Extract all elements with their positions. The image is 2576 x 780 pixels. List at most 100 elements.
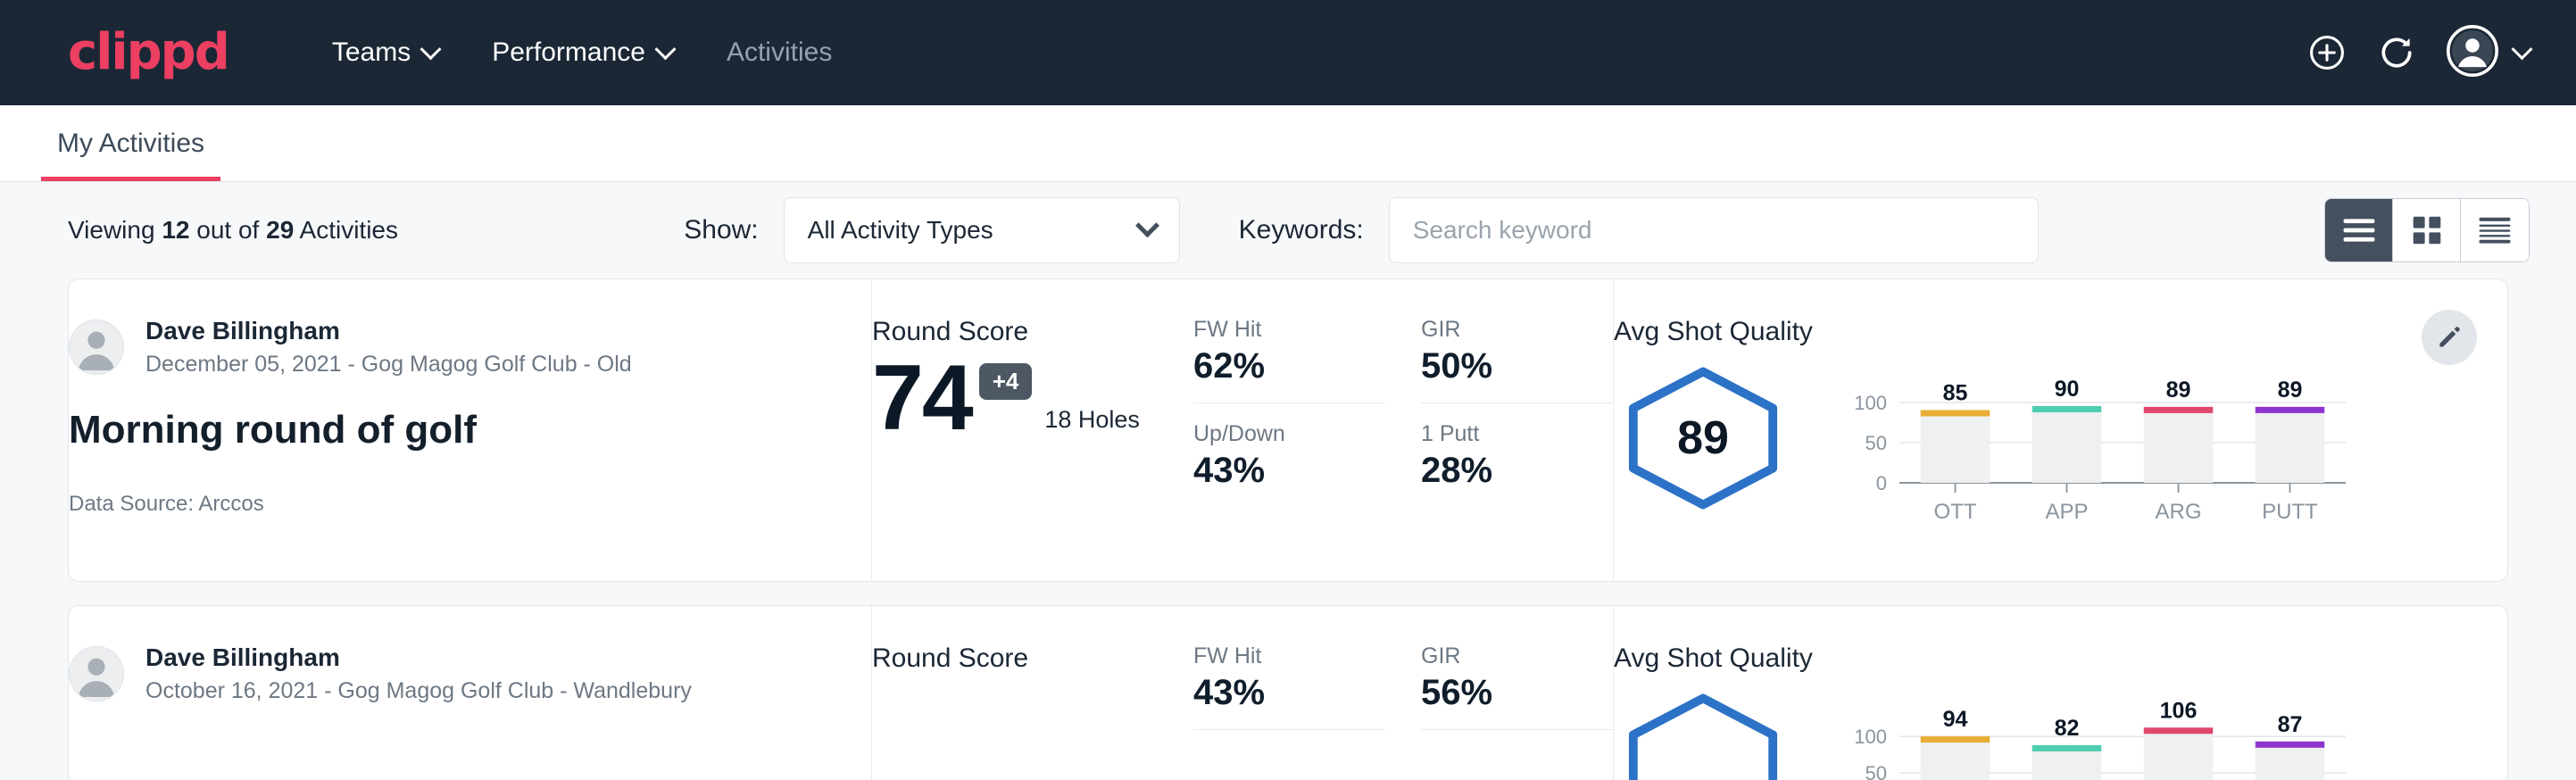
svg-text:89: 89 bbox=[2166, 378, 2191, 402]
edit-activity-button[interactable] bbox=[2422, 310, 2477, 365]
stat-fw-hit-value: 43% bbox=[1193, 673, 1385, 713]
nav-item-teams-label: Teams bbox=[332, 37, 411, 68]
navbar-actions bbox=[2307, 25, 2530, 81]
svg-text:0: 0 bbox=[1876, 472, 1887, 494]
avg-shot-quality-body: 89 0 50 100 85 OTT 90 APP 89 ARG 89 PUTT bbox=[1614, 356, 2507, 530]
shot-quality-bar-chart: 05010094OTT82APP106ARG87PUTT bbox=[1833, 699, 2351, 780]
svg-text:89: 89 bbox=[2278, 378, 2303, 402]
view-mode-list-button[interactable] bbox=[2325, 199, 2393, 261]
activity-data-source: Data Source: Arccos bbox=[69, 492, 871, 517]
avatar bbox=[69, 319, 124, 375]
avg-shot-quality-section: Avg Shot Quality 89 0 50 100 85 OTT 90 APP 89 AR… bbox=[1613, 279, 2507, 581]
viewing-suffix: Activities bbox=[300, 216, 398, 244]
svg-text:87: 87 bbox=[2278, 712, 2303, 737]
stat-gir: GIR 56% bbox=[1421, 643, 1613, 730]
svg-text:APP: APP bbox=[2045, 500, 2088, 524]
account-avatar-icon bbox=[2447, 25, 2498, 81]
viewing-total: 29 bbox=[266, 216, 294, 244]
avg-shot-quality-section: Avg Shot Quality 05010094OTT82APP106ARG8… bbox=[1613, 606, 2507, 780]
view-mode-toggle bbox=[2324, 198, 2530, 262]
activity-author: Dave Billingham December 05, 2021 - Gog … bbox=[69, 317, 871, 378]
clippd-logo[interactable]: clippd bbox=[68, 28, 229, 78]
nav-item-activities-label: Activities bbox=[727, 37, 832, 68]
stat-one-putt: 1 Putt 28% bbox=[1421, 421, 1613, 507]
primary-nav: Teams Performance Activities bbox=[305, 27, 859, 79]
shot-quality-hexagon: 89 bbox=[1614, 367, 1792, 510]
view-mode-grid-button[interactable] bbox=[2393, 199, 2461, 261]
svg-text:100: 100 bbox=[1854, 392, 1887, 414]
shot-quality-value bbox=[1614, 693, 1792, 780]
activity-card-list: Dave Billingham December 05, 2021 - Gog … bbox=[0, 278, 2576, 780]
svg-text:PUTT: PUTT bbox=[2262, 500, 2318, 524]
activity-info: Dave Billingham December 05, 2021 - Gog … bbox=[69, 279, 872, 581]
svg-text:100: 100 bbox=[1854, 726, 1887, 748]
nav-item-performance-label: Performance bbox=[492, 37, 645, 68]
score-differential-badge: +4 bbox=[979, 363, 1033, 400]
stat-one-putt-value: 28% bbox=[1421, 451, 1613, 491]
svg-text:OTT: OTT bbox=[1934, 500, 1977, 524]
stat-fw-hit-label: FW Hit bbox=[1193, 317, 1385, 343]
activity-card[interactable]: Dave Billingham October 16, 2021 - Gog M… bbox=[68, 605, 2508, 780]
holes-played: 18 Holes bbox=[1044, 406, 1140, 434]
stat-gir: GIR 50% bbox=[1421, 317, 1613, 403]
activity-type-select[interactable]: All Activity Types bbox=[784, 197, 1180, 263]
activity-type-select-value: All Activity Types bbox=[808, 216, 993, 245]
round-score-label: Round Score bbox=[872, 317, 1193, 347]
stat-fw-hit: FW Hit 62% bbox=[1193, 317, 1385, 403]
nav-item-teams[interactable]: Teams bbox=[305, 27, 465, 79]
shot-quality-bar-chart: 0 50 100 85 OTT 90 APP 89 ARG 89 PUTT bbox=[1833, 372, 2351, 530]
stat-fw-hit-value: 62% bbox=[1193, 346, 1385, 386]
svg-text:50: 50 bbox=[1866, 432, 1887, 454]
round-score-value: 74 bbox=[872, 354, 972, 443]
svg-text:50: 50 bbox=[1866, 762, 1887, 780]
account-menu[interactable] bbox=[2447, 25, 2530, 81]
chevron-down-icon bbox=[1135, 213, 1159, 237]
author-name: Dave Billingham bbox=[145, 317, 632, 345]
shot-quality-value: 89 bbox=[1614, 367, 1792, 510]
page-tabbar: My Activities bbox=[0, 105, 2576, 182]
round-score-row: 74 +4 18 Holes bbox=[872, 354, 1193, 443]
activity-meta: October 16, 2021 - Gog Magog Golf Club -… bbox=[145, 678, 692, 704]
activity-card[interactable]: Dave Billingham December 05, 2021 - Gog … bbox=[68, 278, 2508, 582]
avg-shot-quality-body: 05010094OTT82APP106ARG87PUTT bbox=[1614, 683, 2507, 780]
tab-my-activities[interactable]: My Activities bbox=[41, 129, 220, 181]
view-mode-compact-button[interactable] bbox=[2461, 199, 2529, 261]
activity-meta: December 05, 2021 - Gog Magog Golf Club … bbox=[145, 352, 632, 378]
author-name: Dave Billingham bbox=[145, 643, 692, 672]
nav-item-performance[interactable]: Performance bbox=[465, 27, 700, 79]
shot-quality-hexagon bbox=[1614, 693, 1792, 780]
tab-my-activities-label: My Activities bbox=[57, 129, 204, 158]
filter-toolbar: Viewing 12 out of 29 Activities Show: Al… bbox=[0, 182, 2576, 278]
chevron-down-icon bbox=[654, 38, 676, 60]
keywords-label: Keywords: bbox=[1239, 215, 1364, 245]
activity-info: Dave Billingham October 16, 2021 - Gog M… bbox=[69, 606, 872, 780]
stat-gir-value: 50% bbox=[1421, 346, 1613, 386]
svg-text:106: 106 bbox=[2160, 699, 2198, 723]
svg-text:82: 82 bbox=[2055, 716, 2080, 741]
avg-shot-quality-label: Avg Shot Quality bbox=[1614, 317, 2507, 347]
round-score-label: Round Score bbox=[872, 643, 1193, 674]
round-stats: FW Hit 43% GIR 56% bbox=[1193, 606, 1613, 780]
search-input[interactable] bbox=[1389, 197, 2039, 263]
chevron-down-icon bbox=[420, 38, 442, 60]
stat-fw-hit-label: FW Hit bbox=[1193, 643, 1385, 669]
refresh-icon[interactable] bbox=[2377, 33, 2416, 72]
filter-controls: Show: All Activity Types Keywords: bbox=[684, 197, 2038, 263]
svg-text:ARG: ARG bbox=[2155, 500, 2201, 524]
svg-text:90: 90 bbox=[2055, 377, 2080, 402]
viewing-count: 12 bbox=[162, 216, 189, 244]
stat-gir-value: 56% bbox=[1421, 673, 1613, 713]
activity-title: Morning round of golf bbox=[69, 408, 871, 452]
stat-fw-hit: FW Hit 43% bbox=[1193, 643, 1385, 730]
viewing-mid: out of bbox=[196, 216, 259, 244]
stat-up-down: Up/Down 43% bbox=[1193, 421, 1385, 507]
stat-gir-label: GIR bbox=[1421, 317, 1613, 343]
plus-circle-icon[interactable] bbox=[2307, 33, 2347, 72]
round-score-section: Round Score 74 +4 18 Holes bbox=[872, 279, 1193, 581]
top-navbar: clippd Teams Performance Activities bbox=[0, 0, 2576, 105]
avatar bbox=[69, 646, 124, 701]
show-label: Show: bbox=[684, 215, 758, 245]
svg-text:85: 85 bbox=[1943, 381, 1968, 406]
nav-item-activities[interactable]: Activities bbox=[700, 27, 859, 79]
svg-text:94: 94 bbox=[1943, 707, 1968, 732]
